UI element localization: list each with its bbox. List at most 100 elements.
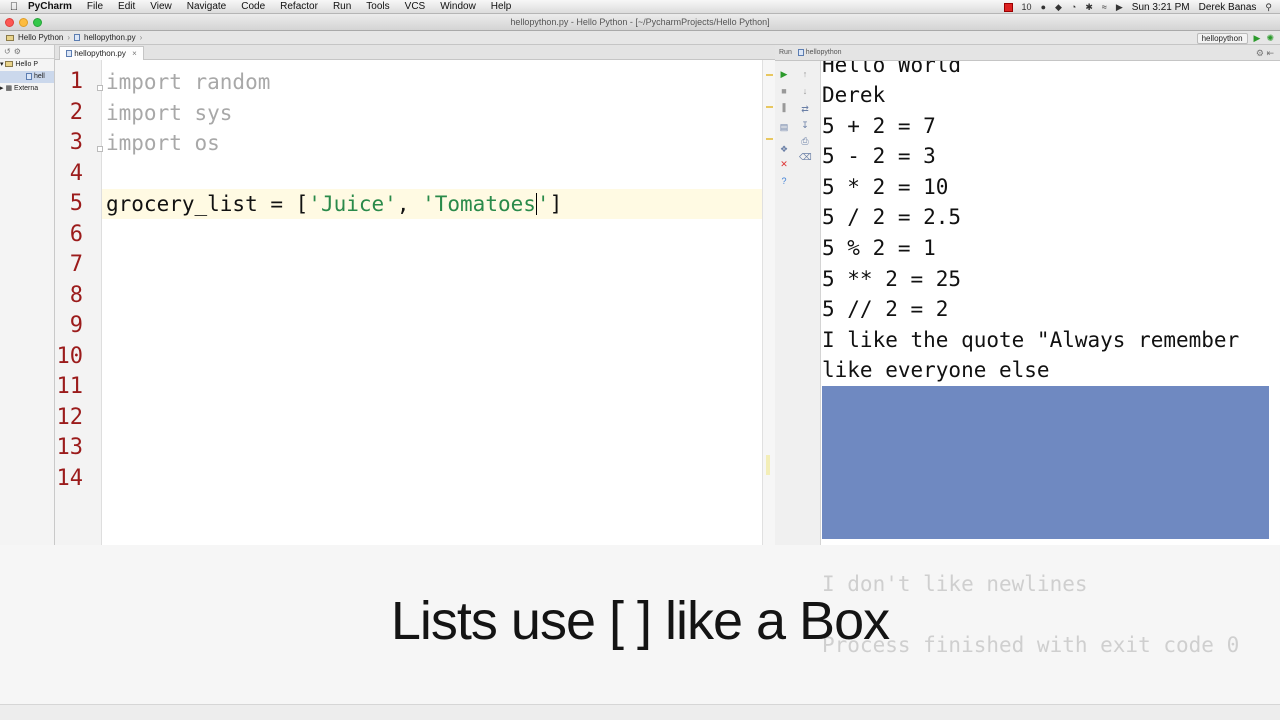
marker[interactable]: [766, 455, 770, 475]
project-toolbar: ↺⚙: [0, 45, 54, 59]
timemachine-icon[interactable]: ◔: [1071, 2, 1076, 12]
line-number: 9: [69, 313, 83, 338]
navigation-bar: Hello Python › hellopython.py › hellopyt…: [0, 31, 1280, 45]
folder-icon: [6, 34, 14, 41]
menu-edit[interactable]: Edit: [118, 1, 135, 12]
expand-arrow-icon[interactable]: ▾: [0, 61, 4, 68]
print-icon[interactable]: ⎙: [799, 135, 811, 147]
menu-extras: 10 ● ◆ ◔ ✱ ≈ ▶ Sun 3:21 PM Derek Banas ⚲: [1003, 0, 1272, 14]
record-icon[interactable]: [1003, 2, 1013, 12]
console-line: 5 // 2 = 2: [822, 297, 949, 321]
python-file-icon: [797, 48, 804, 56]
code-editor[interactable]: import random import sys import os groce…: [97, 60, 762, 545]
tab-label: hellopython.py: [74, 49, 126, 58]
error-stripe[interactable]: [762, 60, 775, 545]
menu-refactor[interactable]: Refactor: [280, 1, 318, 12]
console-line: 5 / 2 = 2.5: [822, 205, 962, 229]
menu-view[interactable]: View: [150, 1, 172, 12]
settings-icon[interactable]: ⚙: [14, 47, 24, 56]
fold-marker-icon[interactable]: [97, 146, 103, 152]
string-literal: 'Tomatoes: [422, 192, 536, 216]
window-title-bar: hellopython.py - Hello Python - [~/Pycha…: [0, 14, 1280, 31]
run-toolbar: hellopython ▶ ✺: [1196, 31, 1274, 45]
fold-marker-icon[interactable]: [97, 85, 103, 91]
trash-icon[interactable]: ⌫: [799, 151, 812, 163]
spotlight-icon[interactable]: ⚲: [1265, 2, 1272, 13]
user-name[interactable]: Derek Banas: [1199, 2, 1257, 13]
down-arrow-icon[interactable]: ↓: [799, 85, 811, 97]
menu-tools[interactable]: Tools: [366, 1, 389, 12]
help-icon[interactable]: ?: [778, 175, 790, 187]
close-window-button[interactable]: [5, 18, 14, 27]
line-number: 1: [69, 69, 83, 94]
clock[interactable]: Sun 3:21 PM: [1132, 2, 1190, 13]
python-file-icon: [26, 72, 32, 80]
python-file-icon: [66, 50, 72, 58]
menu-file[interactable]: File: [87, 1, 103, 12]
scroll-end-icon[interactable]: ↧: [799, 119, 811, 131]
code-line[interactable]: import sys: [106, 98, 232, 128]
run-icon[interactable]: ▶: [1254, 33, 1261, 44]
dropbox-icon[interactable]: ◆: [1055, 2, 1062, 13]
library-icon: ▦: [5, 85, 13, 92]
run-panel-header: Run hellopython ⚙ ⇤: [775, 45, 1280, 61]
marker[interactable]: [766, 106, 773, 108]
marker[interactable]: [766, 74, 773, 76]
console-output[interactable]: Hello World Derek 5 + 2 = 7 5 - 2 = 3 5 …: [821, 61, 1280, 545]
line-number: 8: [69, 283, 83, 308]
menu-vcs[interactable]: VCS: [405, 1, 426, 12]
breadcrumb-file[interactable]: hellopython.py: [84, 33, 136, 42]
code-line[interactable]: import random: [106, 67, 270, 97]
run-config-select[interactable]: hellopython: [1196, 32, 1248, 44]
status-bar: [0, 704, 1280, 720]
app-menu[interactable]: PyCharm: [28, 1, 72, 12]
tree-item-label: Hello P: [15, 61, 38, 68]
editor-tab[interactable]: hellopython.py ×: [59, 46, 144, 60]
close-run-icon[interactable]: ✕: [778, 158, 790, 170]
debug-icon[interactable]: ✺: [1266, 33, 1274, 44]
soft-wrap-icon[interactable]: ⇄: [799, 103, 811, 115]
apple-icon[interactable]: : [0, 1, 28, 13]
zoom-window-button[interactable]: [33, 18, 42, 27]
sync-icon[interactable]: ↺: [4, 47, 14, 56]
breadcrumb-project[interactable]: Hello Python: [18, 33, 63, 42]
up-arrow-icon[interactable]: ↑: [799, 68, 811, 80]
menu-window[interactable]: Window: [440, 1, 476, 12]
gear-icon[interactable]: ⚙ ⇤: [1256, 45, 1274, 61]
line-number: 10: [56, 344, 84, 369]
dump-icon[interactable]: ▤: [778, 121, 790, 133]
code-token: ]: [549, 192, 563, 216]
console-line: 5 % 2 = 1: [822, 236, 936, 260]
console-selection: [822, 386, 1269, 539]
volume-icon[interactable]: ▶: [1116, 2, 1123, 13]
line-number: 6: [69, 222, 83, 247]
run-panel-config[interactable]: hellopython: [806, 49, 842, 56]
marker[interactable]: [766, 138, 773, 140]
editor-tab-bar: hellopython.py ×: [55, 45, 775, 60]
status-count[interactable]: 10: [1022, 2, 1032, 12]
close-tab-icon[interactable]: ×: [132, 49, 137, 58]
window-title: hellopython.py - Hello Python - [~/Pycha…: [510, 17, 770, 27]
rerun-icon[interactable]: ▶: [778, 68, 790, 80]
menu-navigate[interactable]: Navigate: [187, 1, 226, 12]
wifi-icon[interactable]: ≈: [1102, 2, 1107, 12]
folder-icon: [5, 61, 14, 68]
console-line: 5 - 2 = 3: [822, 144, 936, 168]
menu-help[interactable]: Help: [491, 1, 512, 12]
stop-icon[interactable]: ■: [778, 85, 790, 97]
code-line[interactable]: grocery_list = ['Juice', 'Tomatoes']: [106, 189, 562, 219]
bluetooth-icon[interactable]: ✱: [1085, 2, 1093, 13]
collapse-arrow-icon[interactable]: ▸: [0, 85, 4, 92]
bell-icon[interactable]: ●: [1041, 2, 1046, 12]
console-line: I like the quote "Always remember: [822, 328, 1240, 352]
string-literal: 'Juice': [308, 192, 397, 216]
menu-run[interactable]: Run: [333, 1, 351, 12]
run-panel-title: Run: [779, 49, 792, 56]
pause-icon[interactable]: ❚: [778, 101, 790, 113]
code-line[interactable]: import os: [106, 128, 220, 158]
pin-icon[interactable]: ❖: [778, 143, 790, 155]
line-number-gutter: 1 2 3 4 5 6 7 8 9 10 11 12 13 14: [55, 60, 102, 545]
menu-code[interactable]: Code: [241, 1, 265, 12]
minimize-window-button[interactable]: [19, 18, 28, 27]
line-number: 7: [69, 252, 83, 277]
